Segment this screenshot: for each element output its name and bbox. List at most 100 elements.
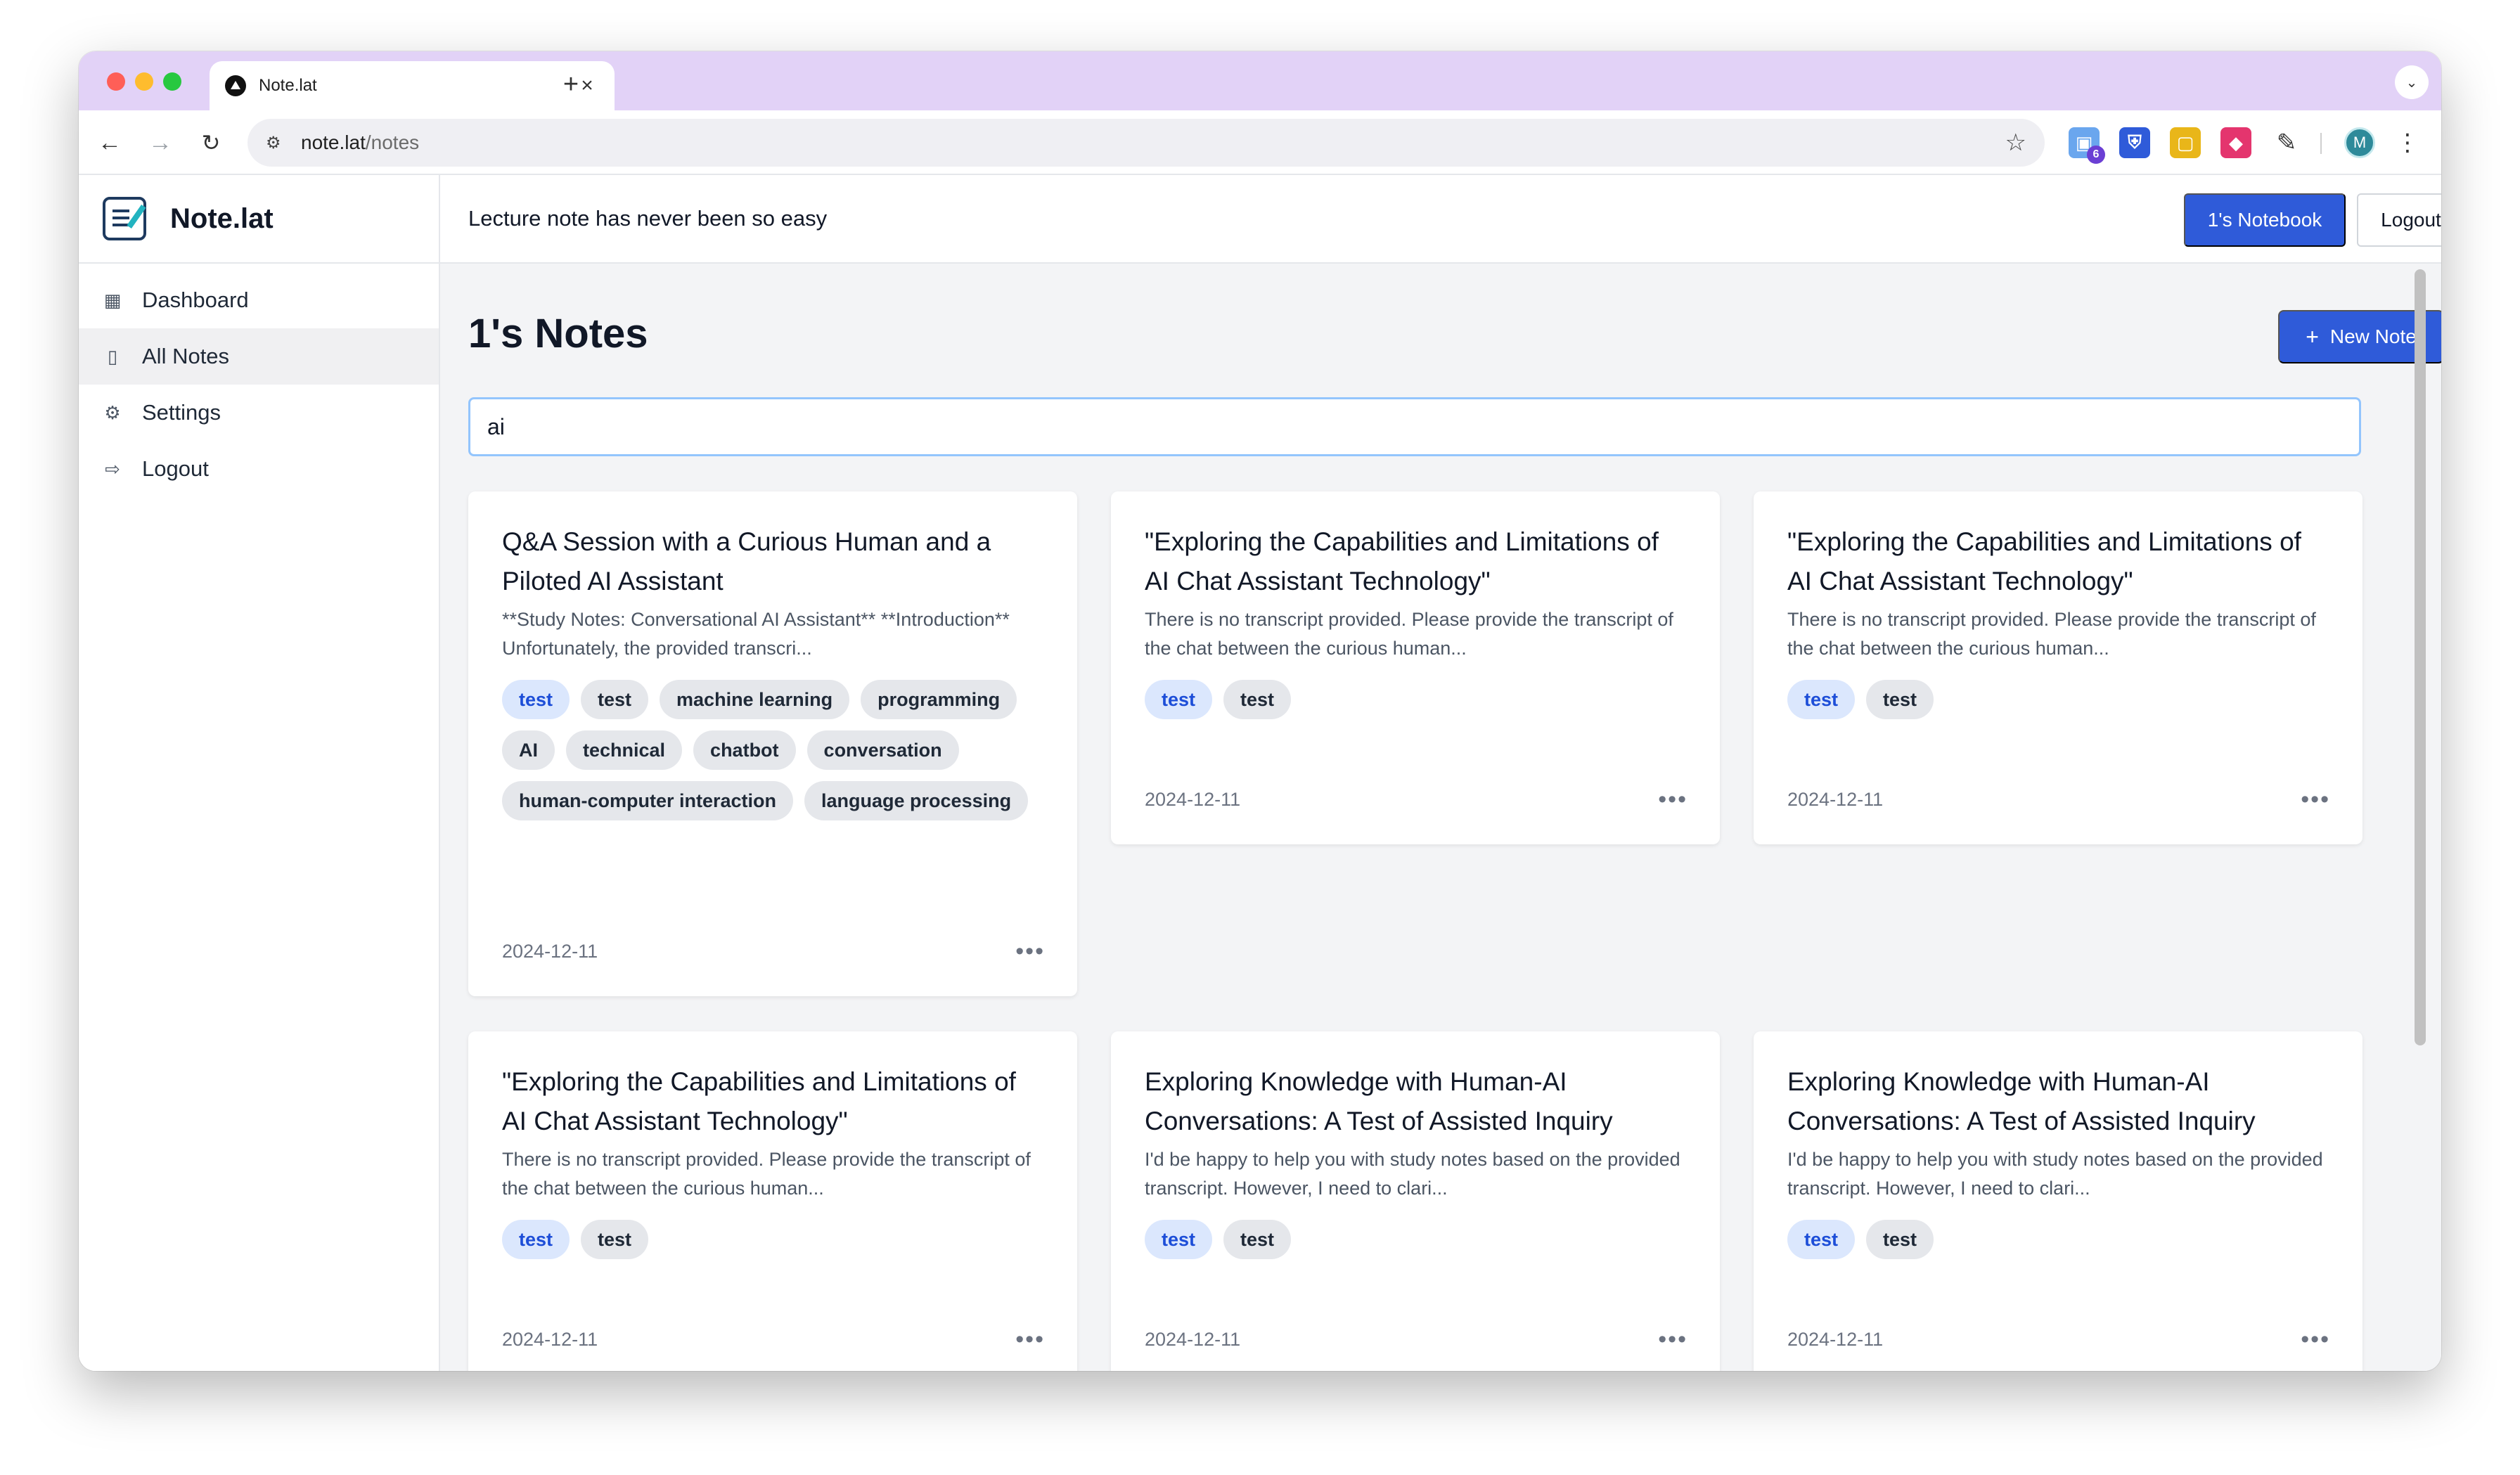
notebook-logo-icon xyxy=(103,197,146,240)
tag[interactable]: test xyxy=(502,1220,570,1259)
note-excerpt: I'd be happy to help you with study note… xyxy=(1145,1149,1680,1199)
sidebar-item-dashboard[interactable]: ▦ Dashboard xyxy=(79,272,439,328)
logout-button[interactable]: Logout xyxy=(2357,193,2441,247)
sidebar-item-label: Dashboard xyxy=(142,288,249,312)
search-input[interactable] xyxy=(468,397,2361,456)
tag[interactable]: test xyxy=(1866,680,1934,719)
grid-icon: ▦ xyxy=(103,289,122,311)
note-card[interactable]: Exploring Knowledge with Human-AI Conver… xyxy=(1111,1031,1720,1371)
note-card[interactable]: "Exploring the Capabilities and Limitati… xyxy=(1754,491,2362,844)
minimize-window-button[interactable] xyxy=(135,72,153,91)
note-excerpt: **Study Notes: Conversational AI Assista… xyxy=(502,609,1010,659)
tag-list: test test xyxy=(1145,680,1688,719)
sidebar-item-logout[interactable]: ⇨ Logout xyxy=(79,441,439,497)
url-path: /notes xyxy=(365,131,420,153)
logout-icon: ⇨ xyxy=(105,458,120,479)
more-options-icon[interactable]: ••• xyxy=(2301,786,2330,813)
note-footer: 2024-12-11 ••• xyxy=(502,1326,1045,1353)
tag-list: test test xyxy=(1787,680,2330,719)
more-options-icon[interactable]: ••• xyxy=(1015,938,1045,965)
tag[interactable]: test xyxy=(1787,1220,1856,1259)
extensions-puzzle-icon[interactable]: ✎ xyxy=(2271,127,2302,158)
tag[interactable]: AI xyxy=(502,730,555,770)
tag[interactable]: test xyxy=(1787,680,1856,719)
sidebar-item-label: Settings xyxy=(142,400,221,425)
sidebar-item-label: Logout xyxy=(142,456,209,481)
note-card[interactable]: Q&A Session with a Curious Human and a P… xyxy=(468,491,1077,996)
tag[interactable]: test xyxy=(1866,1220,1934,1259)
tag[interactable]: test xyxy=(502,680,570,719)
tag[interactable]: machine learning xyxy=(660,680,850,719)
forward-button[interactable]: → xyxy=(143,126,177,160)
note-date: 2024-12-11 xyxy=(1787,1329,1884,1350)
book-icon: ▯ xyxy=(107,345,118,367)
tag[interactable]: human-computer interaction xyxy=(502,781,794,820)
tag[interactable]: test xyxy=(581,1220,649,1259)
sidebar-item-settings[interactable]: ⚙ Settings xyxy=(79,385,439,441)
note-card[interactable]: "Exploring the Capabilities and Limitati… xyxy=(468,1031,1077,1371)
note-date: 2024-12-11 xyxy=(502,1329,598,1350)
extension-translate-icon[interactable]: ▣ 6 xyxy=(2069,127,2105,164)
tag[interactable]: test xyxy=(1145,1220,1213,1259)
extension-bitwarden-icon[interactable]: ⛨ xyxy=(2119,127,2150,158)
brand-name: Note.lat xyxy=(170,202,274,234)
note-excerpt: There is no transcript provided. Please … xyxy=(1145,609,1673,659)
profile-avatar[interactable]: M xyxy=(2344,127,2375,158)
note-footer: 2024-12-11 ••• xyxy=(502,938,1045,965)
maximize-window-button[interactable] xyxy=(163,72,181,91)
note-card[interactable]: Exploring Knowledge with Human-AI Conver… xyxy=(1754,1031,2362,1371)
browser-menu-icon[interactable]: ⋮ xyxy=(2393,126,2422,160)
sidebar-item-all-notes[interactable]: ▯ All Notes xyxy=(79,328,439,385)
favicon-icon xyxy=(225,75,246,96)
tag[interactable]: technical xyxy=(566,730,683,770)
note-title: Exploring Knowledge with Human-AI Conver… xyxy=(1145,1067,1613,1135)
tag[interactable]: test xyxy=(1145,680,1213,719)
tag[interactable]: language processing xyxy=(804,781,1029,820)
note-title: Exploring Knowledge with Human-AI Conver… xyxy=(1787,1067,2256,1135)
tag[interactable]: test xyxy=(581,680,649,719)
address-bar[interactable]: ⚙ note.lat/notes ☆ xyxy=(248,119,2045,167)
tag[interactable]: test xyxy=(1223,680,1292,719)
note-date: 2024-12-11 xyxy=(1787,789,1884,810)
note-card[interactable]: "Exploring the Capabilities and Limitati… xyxy=(1111,491,1720,844)
tag[interactable]: chatbot xyxy=(693,730,796,770)
tag[interactable]: test xyxy=(1223,1220,1292,1259)
tag-list: test test machine learning programming A… xyxy=(502,680,1045,820)
note-excerpt: There is no transcript provided. Please … xyxy=(1787,609,2316,659)
notebook-button[interactable]: 1's Notebook xyxy=(2184,193,2346,247)
plus-icon: + xyxy=(2306,323,2319,349)
chevron-down-icon: ⌄ xyxy=(2405,75,2418,91)
more-options-icon[interactable]: ••• xyxy=(1658,786,1688,813)
more-options-icon[interactable]: ••• xyxy=(1015,1326,1045,1353)
more-options-icon[interactable]: ••• xyxy=(1658,1326,1688,1353)
note-footer: 2024-12-11 ••• xyxy=(1145,1326,1688,1353)
brand[interactable]: Note.lat xyxy=(79,175,439,264)
site-info-icon[interactable]: ⚙ xyxy=(266,133,294,153)
tag[interactable]: conversation xyxy=(806,730,959,770)
note-title: "Exploring the Capabilities and Limitati… xyxy=(1145,527,1659,595)
reload-button[interactable]: ↻ xyxy=(194,126,228,160)
note-title: Q&A Session with a Curious Human and a P… xyxy=(502,527,991,595)
scrollbar-thumb[interactable] xyxy=(2415,269,2426,1045)
extension-pink-icon[interactable]: ◆ xyxy=(2220,127,2251,158)
tag[interactable]: programming xyxy=(861,680,1017,719)
tab-search-button[interactable]: ⌄ xyxy=(2395,65,2429,99)
app-header: Lecture note has never been so easy 1's … xyxy=(440,175,2441,264)
browser-window: Note.lat × + ⌄ ← → ↻ ⚙ note.lat/notes ☆ … xyxy=(79,51,2441,1371)
close-window-button[interactable] xyxy=(107,72,125,91)
tagline: Lecture note has never been so easy xyxy=(468,206,828,231)
sidebar-item-label: All Notes xyxy=(142,344,230,368)
toolbar-divider xyxy=(2320,133,2322,154)
extension-folder-icon[interactable]: ▢ xyxy=(2170,127,2201,158)
back-button[interactable]: ← xyxy=(93,126,127,160)
gear-icon: ⚙ xyxy=(104,401,121,423)
note-date: 2024-12-11 xyxy=(502,941,598,962)
note-date: 2024-12-11 xyxy=(1145,789,1241,810)
tab-title: Note.lat xyxy=(259,76,317,95)
note-footer: 2024-12-11 ••• xyxy=(1145,786,1688,813)
more-options-icon[interactable]: ••• xyxy=(2301,1326,2330,1353)
new-tab-button[interactable]: + xyxy=(550,67,592,102)
note-date: 2024-12-11 xyxy=(1145,1329,1241,1350)
bookmark-star-icon[interactable]: ☆ xyxy=(2005,129,2026,157)
note-title: "Exploring the Capabilities and Limitati… xyxy=(1787,527,2301,595)
